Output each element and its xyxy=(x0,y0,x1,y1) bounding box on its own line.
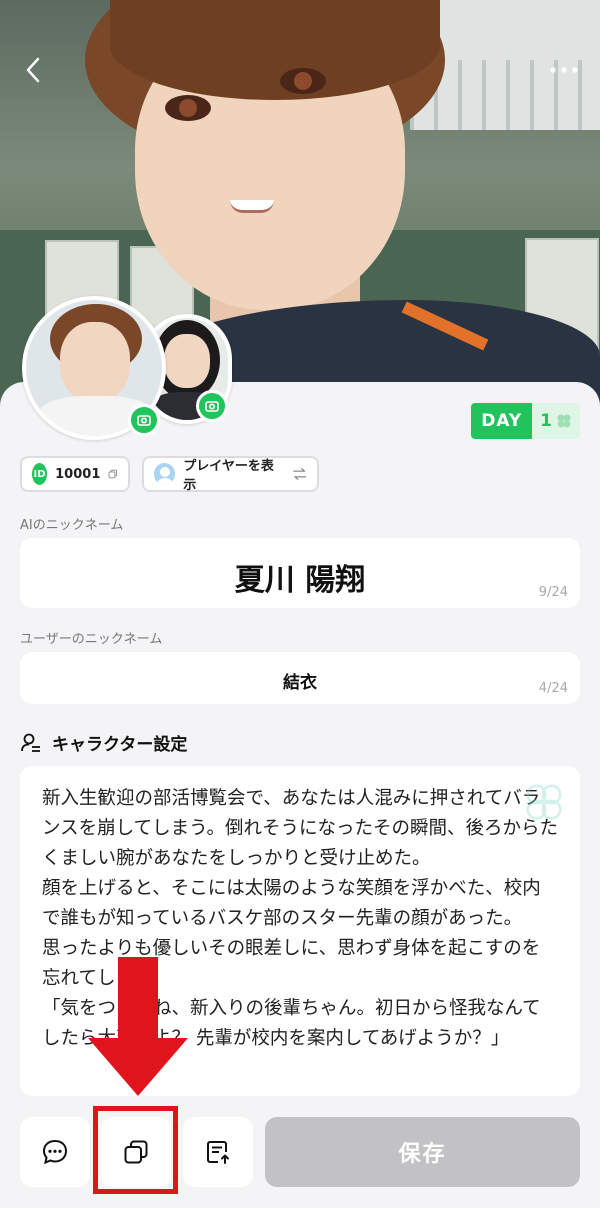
player-avatar-icon xyxy=(154,463,176,485)
person-settings-icon xyxy=(21,733,40,752)
annotation-arrow-shaft xyxy=(118,957,158,1042)
annotation-highlight-box xyxy=(93,1106,178,1194)
ai-avatar-camera-button[interactable] xyxy=(128,404,160,436)
more-dots-icon xyxy=(550,67,578,73)
character-settings-title: キャラクター設定 xyxy=(52,735,188,755)
clover-watermark-icon xyxy=(526,784,562,820)
user-nickname-value: 結衣 xyxy=(283,673,317,693)
annotation-arrow-head xyxy=(88,1038,188,1096)
chat-bubble-icon xyxy=(42,1139,68,1165)
id-icon: ID xyxy=(32,463,48,485)
chat-button[interactable] xyxy=(20,1117,90,1187)
day-label: DAY xyxy=(471,403,533,439)
ai-nickname-counter: 9/24 xyxy=(538,585,568,600)
day-badge: DAY 1 xyxy=(471,403,580,439)
copy-icon[interactable] xyxy=(108,467,118,481)
day-count: 1 xyxy=(540,411,552,431)
swap-icon xyxy=(292,468,306,480)
ai-nickname-label: AIのニックネーム xyxy=(20,518,124,533)
bottom-action-bar: 保存 xyxy=(0,1100,600,1208)
chevron-left-icon xyxy=(26,57,40,83)
camera-icon xyxy=(137,415,151,426)
clover-icon xyxy=(557,414,571,428)
show-player-chip[interactable]: プレイヤーを表示 xyxy=(142,456,319,493)
camera-icon xyxy=(205,401,219,412)
show-player-label: プレイヤーを表示 xyxy=(183,459,274,493)
more-options-button[interactable] xyxy=(546,58,582,82)
export-note-icon xyxy=(207,1141,229,1164)
user-nickname-field[interactable]: 結衣 4/24 xyxy=(20,652,580,704)
ai-nickname-field[interactable]: 夏川 陽翔 9/24 xyxy=(20,538,580,608)
id-chip[interactable]: ID 10001 xyxy=(20,456,130,492)
export-button[interactable] xyxy=(183,1117,253,1187)
user-nickname-label: ユーザーのニックネーム xyxy=(20,632,163,647)
id-value: 10001 xyxy=(55,466,101,482)
back-button[interactable] xyxy=(20,56,48,84)
save-button[interactable]: 保存 xyxy=(265,1117,580,1187)
character-settings-heading: キャラクター設定 xyxy=(20,730,187,755)
user-nickname-counter: 4/24 xyxy=(538,681,568,696)
ai-nickname-value: 夏川 陽翔 xyxy=(234,563,366,598)
user-avatar-camera-button[interactable] xyxy=(196,390,228,422)
